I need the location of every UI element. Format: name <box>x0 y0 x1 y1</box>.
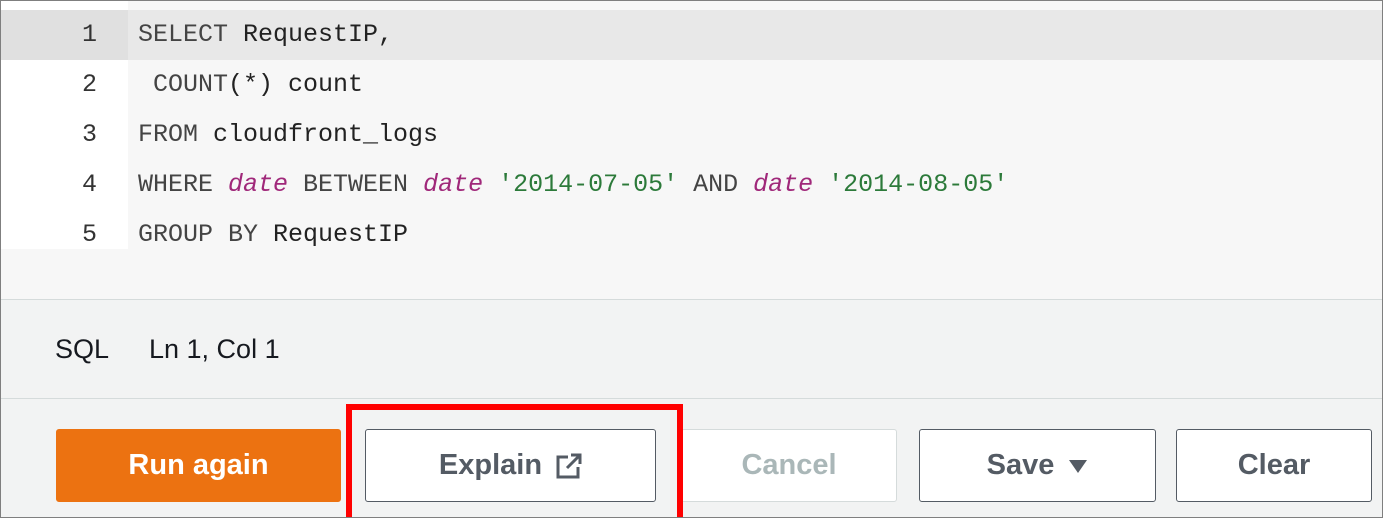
code-line[interactable]: GROUP BY RequestIP <box>138 210 1382 260</box>
external-link-icon <box>556 453 582 479</box>
language-indicator: SQL <box>55 334 110 364</box>
save-label: Save <box>986 449 1055 481</box>
code-token: date <box>423 170 484 199</box>
code-token: COUNT <box>138 70 229 99</box>
code-line[interactable]: COUNT(*) count <box>138 60 1382 110</box>
code-token: AND <box>678 170 754 199</box>
cancel-label: Cancel <box>741 449 837 481</box>
line-number: 2 <box>81 70 97 99</box>
sql-editor[interactable]: 1 SELECT RequestIP, 2 COUNT(*) count 3 FROM … <box>1 1 1382 300</box>
code-token: (*) count <box>228 70 364 99</box>
code-token: BETWEEN <box>288 170 424 199</box>
code-token: '2014-07-05' <box>498 170 679 199</box>
explain-button[interactable]: Explain <box>365 429 656 502</box>
cancel-button: Cancel <box>681 429 897 502</box>
line-number: 1 <box>81 20 97 49</box>
explain-label: Explain <box>438 449 543 481</box>
code-token: RequestIP, <box>228 20 394 49</box>
code-token: FROM <box>138 120 199 149</box>
run-again-button[interactable]: Run again <box>56 429 341 502</box>
code-line[interactable]: WHERE date BETWEEN date '2014-07-05' AND… <box>138 160 1382 210</box>
save-button[interactable]: Save <box>919 429 1156 502</box>
code-line[interactable]: FROM cloudfront_logs <box>138 110 1382 160</box>
line-number: 4 <box>81 170 97 199</box>
line-number: 3 <box>81 120 97 149</box>
code-token: SELECT <box>138 20 229 49</box>
clear-button[interactable]: Clear <box>1176 429 1372 502</box>
line-number: 5 <box>81 220 97 249</box>
code-token: date <box>228 170 289 199</box>
code-line[interactable]: SELECT RequestIP, <box>138 10 1382 60</box>
code-token: cloudfront_logs <box>198 120 439 149</box>
code-token: date <box>753 170 814 199</box>
code-token: RequestIP <box>258 220 409 249</box>
editor-status-bar: SQL Ln 1, Col 1 <box>1 300 1382 399</box>
code-token: '2014-08-05' <box>828 170 1009 199</box>
code-token: WHERE <box>138 170 229 199</box>
caret-down-icon <box>1068 458 1088 474</box>
code-token: GROUP BY <box>138 220 259 249</box>
cursor-position: Ln 1, Col 1 <box>149 334 280 364</box>
run-again-label: Run again <box>128 449 269 481</box>
query-editor-panel: 1 SELECT RequestIP, 2 COUNT(*) count 3 FROM … <box>0 0 1383 518</box>
clear-label: Clear <box>1237 449 1311 481</box>
